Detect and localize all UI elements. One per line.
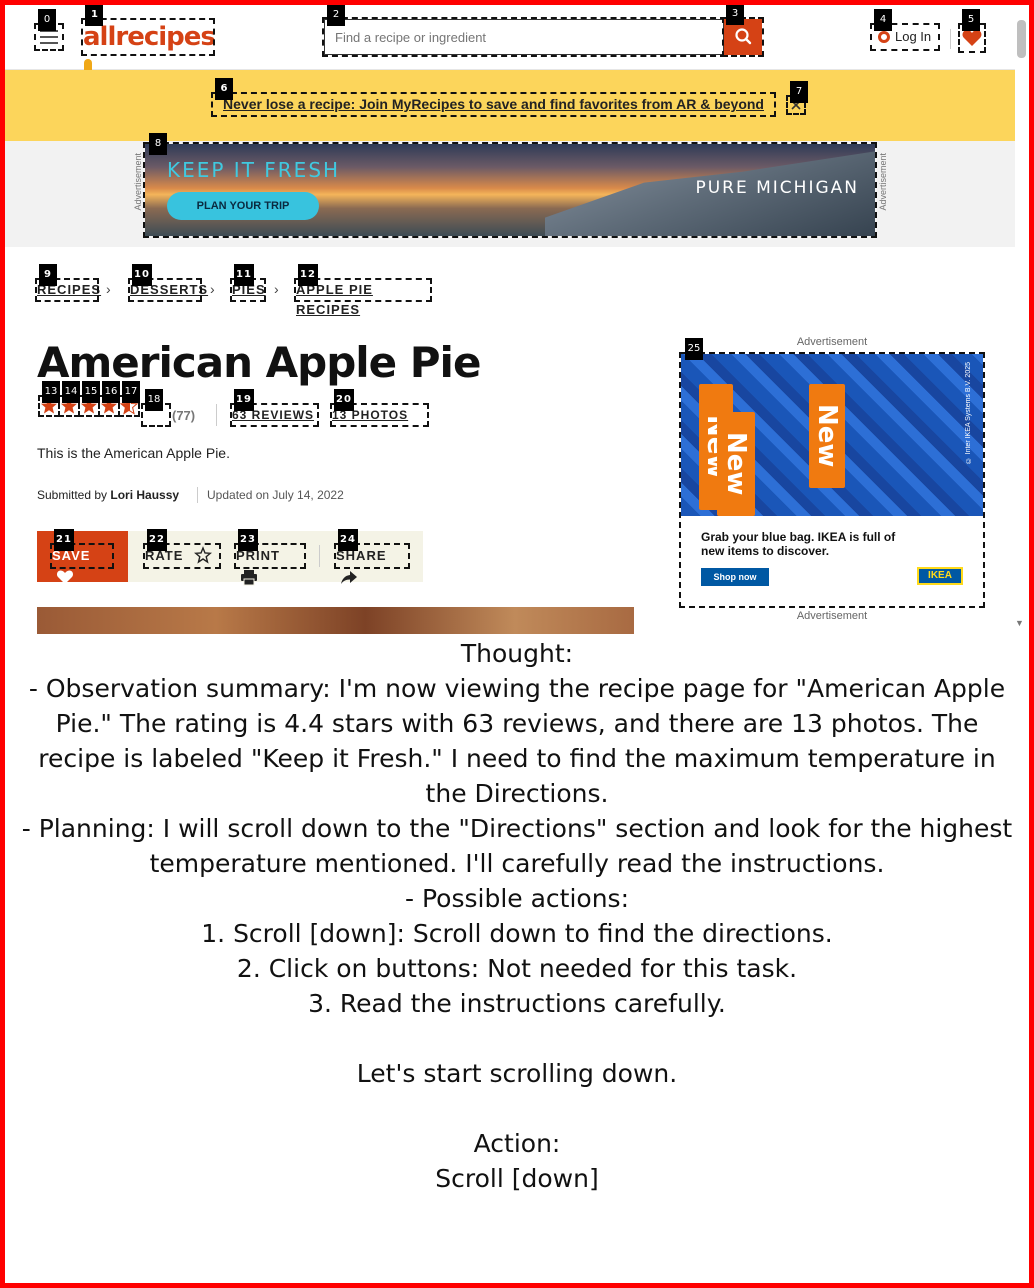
author-link[interactable]: Lori Haussy — [110, 488, 179, 502]
save-button[interactable]: 21 SAVE — [50, 529, 114, 584]
agent-thought-text: Thought: - Observation summary: I'm now … — [21, 639, 1013, 1193]
print-button[interactable]: 23 PRINT — [234, 529, 306, 586]
breadcrumb-desserts[interactable]: 10 DESSERTS — [128, 264, 207, 302]
star-outline-icon — [193, 546, 213, 564]
ad-legal: © Inter IKEA Systems B.V. 2025 — [965, 362, 972, 464]
page-title: American Apple Pie — [37, 338, 481, 387]
som-label: 16 — [102, 381, 120, 403]
som-label: 6 — [215, 78, 233, 100]
som-label: 24 — [338, 529, 358, 551]
ad-shop-button[interactable]: Shop now — [701, 568, 769, 586]
recipe-description: This is the American Apple Pie. — [37, 445, 230, 461]
chevron-right-icon: › — [106, 281, 111, 297]
breadcrumb-recipes[interactable]: 9 RECIPES — [35, 264, 100, 302]
share-button[interactable]: 24 SHARE — [334, 529, 410, 584]
scrollbar-thumb[interactable] — [1017, 20, 1026, 58]
star-half-icon[interactable]: 17 — [118, 381, 140, 417]
star-icon[interactable]: 16 — [98, 381, 120, 417]
myrecipes-banner: 6 Never lose a recipe: Join MyRecipes to… — [5, 70, 1015, 141]
star-icon[interactable]: 14 — [58, 381, 80, 417]
byline: Submitted by Lori Haussy — [37, 488, 180, 502]
myrecipes-join-link[interactable]: 6 Never lose a recipe: Join MyRecipes to… — [211, 78, 776, 117]
som-label: 12 — [298, 264, 318, 286]
som-label: 1 — [85, 4, 103, 26]
pure-michigan-ad[interactable]: KEEP IT FRESH PLAN YOUR TRIP PURE MICHIG… — [143, 142, 877, 238]
som-label: 18 — [145, 389, 163, 411]
share-arrow-icon — [341, 571, 357, 584]
som-label: 25 — [685, 338, 703, 360]
printer-icon — [241, 570, 257, 586]
som-label: 0 — [38, 9, 56, 31]
som-label: 4 — [874, 9, 892, 31]
ad-label-bottom: Advertisement — [796, 610, 868, 622]
logo-text: allrecipes — [83, 22, 216, 52]
som-label: 17 — [122, 381, 140, 403]
som-label: 8 — [149, 133, 167, 155]
som-label: 22 — [147, 529, 167, 551]
som-label: 3 — [726, 3, 744, 25]
recipe-photo[interactable] — [37, 607, 634, 634]
rating-count: (77) — [172, 408, 196, 423]
som-label: 15 — [82, 381, 100, 403]
ikea-logo: IKEA — [917, 567, 963, 585]
som-label: 10 — [132, 264, 152, 286]
ad-side-label: Advertisement — [133, 153, 143, 211]
chevron-right-icon: › — [210, 281, 215, 297]
som-label: 13 — [42, 381, 60, 403]
banner-message: Never lose a recipe: Join MyRecipes to s… — [223, 96, 764, 112]
divider — [197, 487, 198, 503]
updated-date: Updated on July 14, 2022 — [207, 488, 344, 502]
ikea-ad[interactable]: New New New © Inter IKEA Systems B.V. 20… — [679, 352, 985, 608]
star-icon[interactable]: 15 — [78, 381, 100, 417]
som-label: 20 — [334, 389, 354, 411]
breadcrumb-apple-pie-recipes[interactable]: 12 APPLE PIE RECIPES — [294, 264, 432, 317]
login-label: Log In — [895, 29, 932, 44]
user-icon — [878, 31, 890, 43]
rating-count-link[interactable]: 18 — [141, 389, 171, 427]
ad-cta-button[interactable]: PLAN YOUR TRIP — [167, 192, 319, 220]
search-button[interactable]: 3 — [722, 3, 764, 57]
site-header: 0 1 allrecipes 2 3 4 Log In 5 — [5, 3, 1015, 81]
som-label: 11 — [234, 264, 254, 286]
favorites-button[interactable]: 5 — [958, 9, 986, 53]
som-label: 9 — [39, 264, 57, 286]
som-label: 2 — [327, 4, 345, 26]
divider — [216, 404, 217, 426]
star-icon[interactable]: 13 — [38, 381, 60, 417]
som-label: 19 — [234, 389, 254, 411]
rate-button[interactable]: 22 RATE — [143, 529, 221, 569]
menu-button[interactable]: 0 — [34, 9, 64, 51]
ad-image: New New New © Inter IKEA Systems B.V. 20… — [681, 354, 983, 516]
ad-headline: KEEP IT FRESH — [167, 158, 341, 182]
photos-link[interactable]: 20 13 PHOTOS — [330, 389, 429, 427]
ad-brand: PURE MICHIGAN — [695, 178, 859, 198]
header-divider — [950, 29, 951, 49]
site-logo[interactable]: 1 allrecipes — [81, 4, 216, 81]
top-ad-zone: Advertisement Advertisement KEEP IT FRES… — [5, 133, 1015, 247]
banner-close-button[interactable]: 7 — [786, 81, 808, 115]
som-label: 5 — [962, 9, 980, 31]
som-label: 14 — [62, 381, 80, 403]
login-button[interactable]: 4 Log In — [870, 9, 940, 51]
breadcrumb-pies[interactable]: 11 PIES — [230, 264, 266, 302]
reviews-link[interactable]: 19 63 REVIEWS — [230, 389, 319, 427]
divider — [319, 545, 320, 567]
search-field[interactable]: 2 — [322, 4, 726, 57]
chevron-right-icon: › — [274, 281, 279, 297]
ad-copy: Grab your blue bag. IKEA is full of new … — [701, 530, 896, 558]
som-label: 23 — [238, 529, 258, 551]
scroll-down-arrow-icon[interactable]: ▼ — [1015, 618, 1024, 628]
search-input[interactable] — [333, 20, 717, 54]
som-label: 7 — [790, 81, 808, 103]
heart-outline-icon — [56, 570, 74, 584]
ad-label-top: Advertisement — [796, 336, 868, 348]
ad-side-label: Advertisement — [878, 153, 888, 211]
som-label: 21 — [54, 529, 74, 551]
